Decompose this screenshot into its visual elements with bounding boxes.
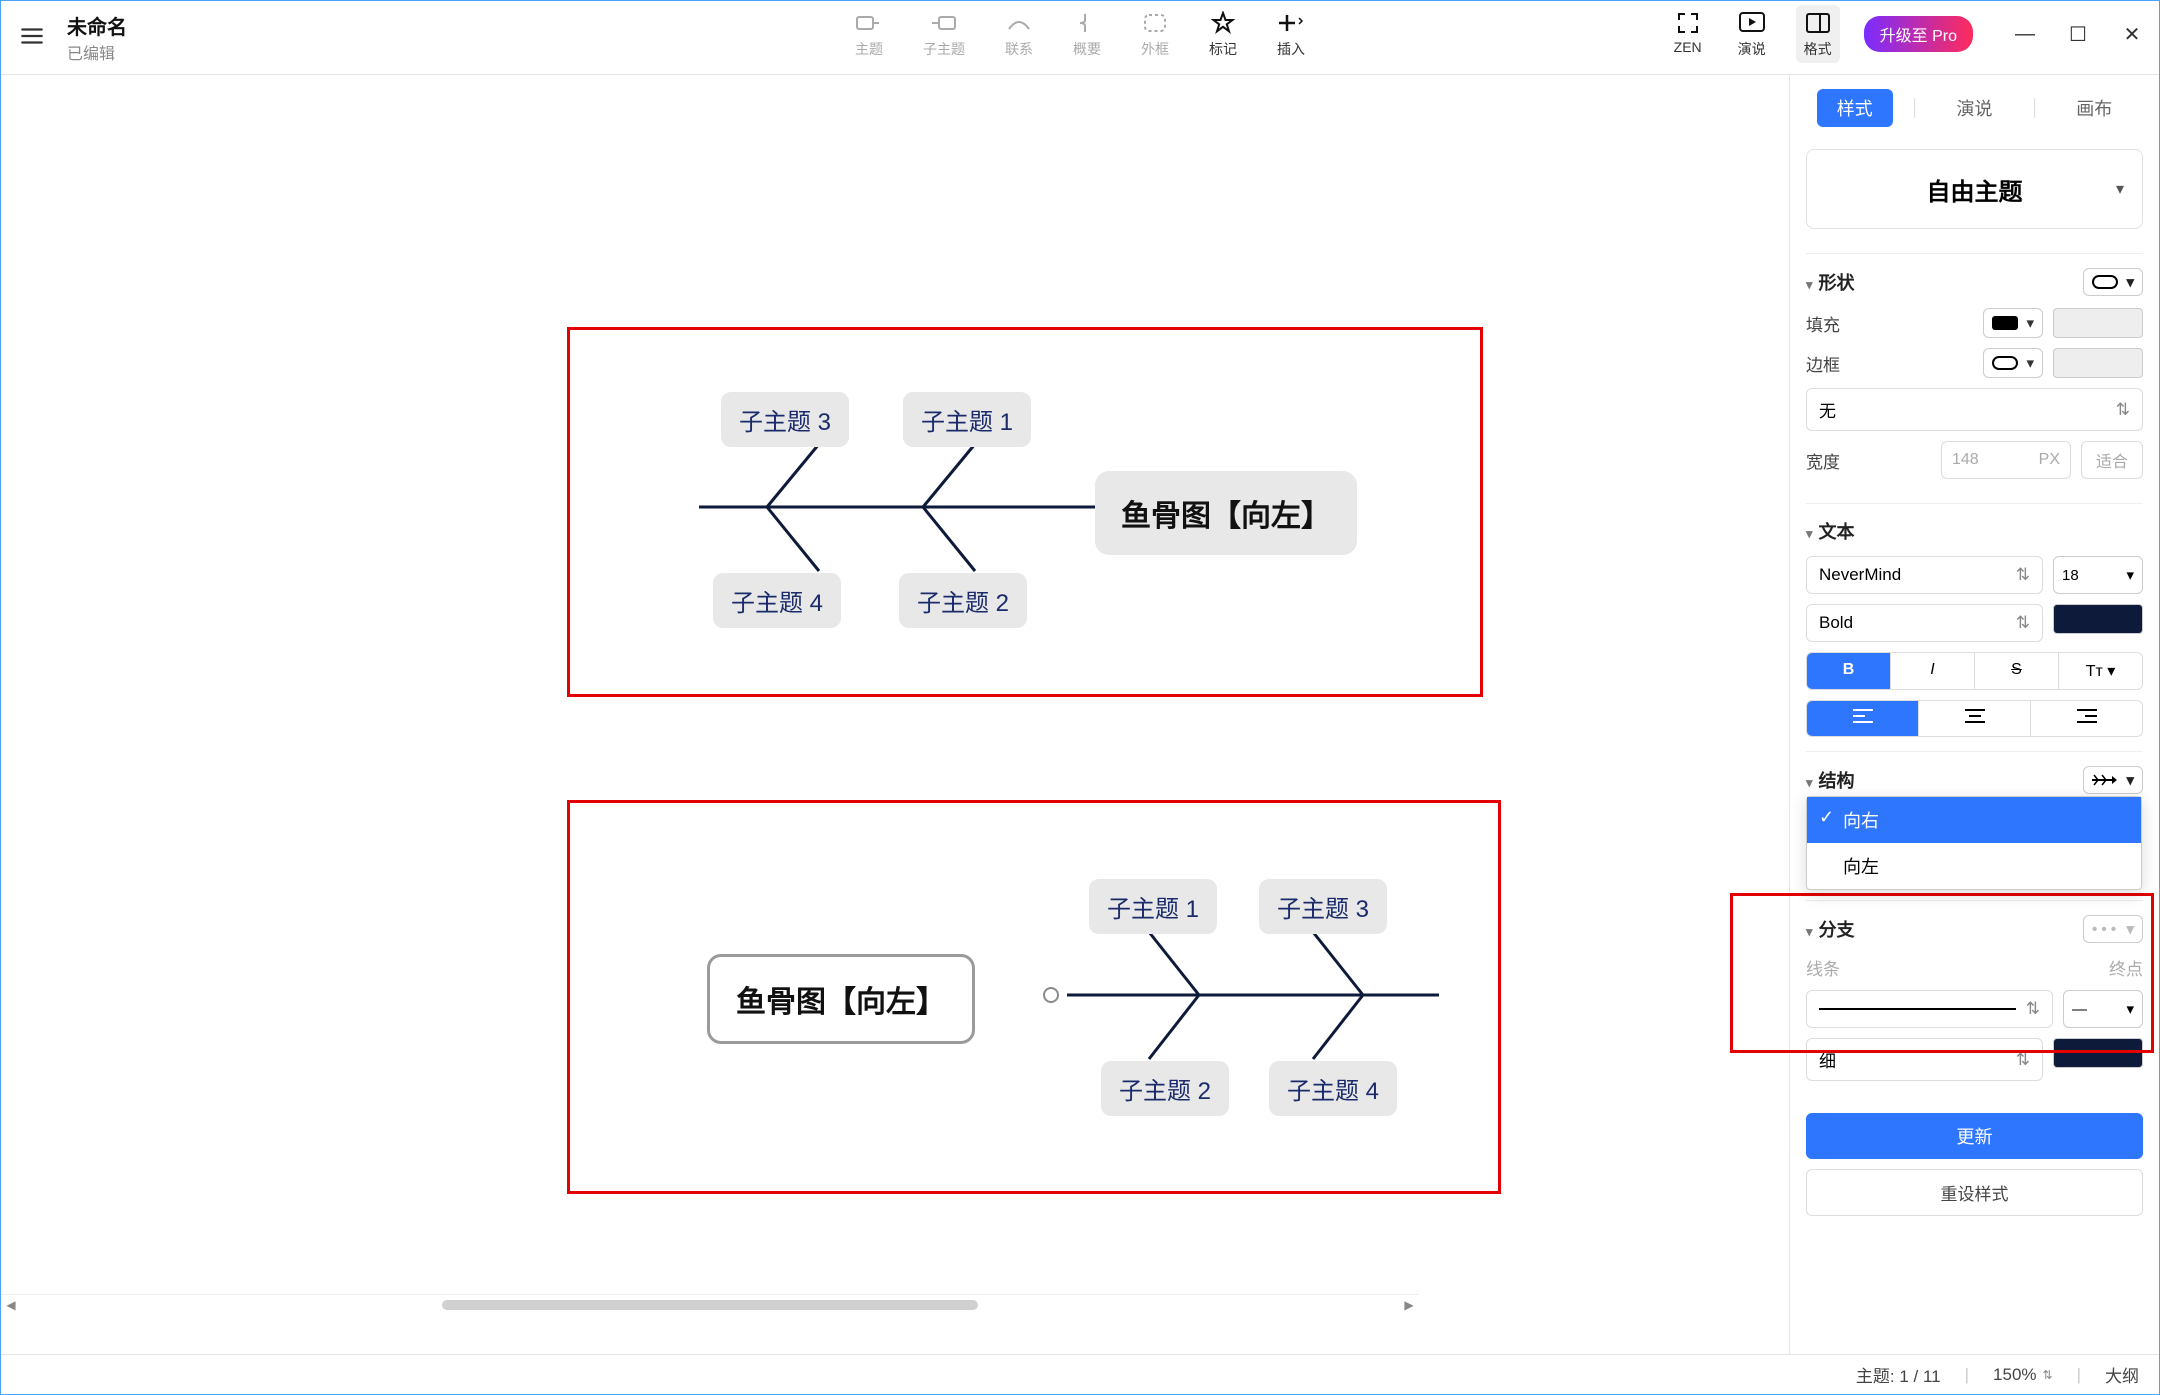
structure-direction-select[interactable]: ▾ (2083, 766, 2143, 794)
document-status: 已编辑 (67, 40, 127, 64)
canvas[interactable]: 子主题 3 子主题 1 子主题 4 子主题 2 鱼骨图【向左】 鱼骨图【向左】 … (1, 75, 1789, 1354)
scroll-left-arrow[interactable]: ◀ (1, 1298, 21, 1312)
section-text-title: 文本 (1819, 522, 1855, 542)
upgrade-button[interactable]: 升级至 Pro (1864, 16, 1973, 52)
strike-button[interactable]: S (1975, 653, 2059, 689)
plus-icon (1277, 9, 1305, 37)
toolbar-present[interactable]: 演说 (1732, 5, 1772, 63)
align-left-button[interactable] (1807, 701, 1919, 736)
theme-selector[interactable]: 自由主题 ▾ (1806, 149, 2143, 229)
rounded-rect-icon (2092, 275, 2118, 289)
node2-sub2[interactable]: 子主题 2 (1101, 1061, 1229, 1116)
border-color-swatch[interactable] (2053, 348, 2143, 378)
fishbone-head-2[interactable]: 鱼骨图【向左】 (707, 954, 975, 1044)
font-family-select[interactable]: NeverMind⇅ (1806, 556, 2043, 594)
update-button[interactable]: 更新 (1806, 1113, 2143, 1159)
subtopic-icon (930, 9, 958, 37)
align-center-icon (1965, 709, 1985, 723)
width-input[interactable]: 148PX (1941, 441, 2071, 479)
scroll-thumb[interactable] (442, 1300, 977, 1310)
hamburger-icon (19, 23, 45, 49)
shape-style-select[interactable]: ▾ (2083, 268, 2143, 296)
textcase-button[interactable]: Tᴛ ▾ (2059, 653, 2142, 689)
font-size-select[interactable]: 18▾ (2053, 556, 2143, 594)
boundary-icon (1141, 9, 1169, 37)
document-title: 未命名 (67, 11, 127, 40)
star-icon (1209, 9, 1237, 37)
fill-color-select[interactable]: ▾ (1983, 308, 2043, 338)
window-controls: — ☐ ✕ (2015, 22, 2141, 47)
tab-present[interactable]: 演说 (1936, 89, 2012, 127)
topic-count: 主题: 1 / 11 (1856, 1362, 1941, 1387)
toolbar-boundary[interactable]: 外框 (1135, 5, 1175, 63)
line-end-select[interactable]: —▾ (2063, 990, 2143, 1028)
toolbar-summary[interactable]: 概要 (1067, 5, 1107, 63)
topic-icon (855, 9, 883, 37)
close-button[interactable]: ✕ (2123, 22, 2141, 47)
node2-sub1[interactable]: 子主题 1 (1089, 879, 1217, 934)
menu-button[interactable] (9, 13, 55, 59)
play-icon (1738, 9, 1766, 37)
toolbar-subtopic[interactable]: 子主题 (917, 5, 971, 63)
format-icon (1804, 9, 1832, 37)
fill-color-swatch[interactable] (2053, 308, 2143, 338)
zoom-select[interactable]: 150%⇅ (1993, 1365, 2053, 1385)
titlebar: 未命名 已编辑 主题 子主题 联系 概要 外框 标记 插入 ZEN 演说 格式 … (1, 1, 2159, 75)
bold-button[interactable]: B (1807, 653, 1891, 689)
toolbar-marker[interactable]: 标记 (1203, 5, 1243, 63)
align-right-icon (2077, 709, 2097, 723)
toolbar-format[interactable]: 格式 (1796, 5, 1840, 63)
fishbone-icon (2092, 773, 2118, 787)
tab-style[interactable]: 样式 (1817, 89, 1893, 127)
relation-icon (1005, 9, 1033, 37)
align-center-button[interactable] (1919, 701, 2031, 736)
section-branch-title: 分支 (1819, 920, 1855, 940)
font-weight-select[interactable]: Bold⇅ (1806, 604, 2043, 642)
chevron-down-icon: ▾ (2116, 179, 2124, 199)
fishbone-svg-2 (1, 75, 1791, 1354)
reset-style-button[interactable]: 重设样式 (1806, 1169, 2143, 1216)
node2-sub3[interactable]: 子主题 3 (1259, 879, 1387, 934)
toolbar-main: 主题 子主题 联系 概要 外框 标记 插入 (849, 5, 1311, 63)
toolbar-relation[interactable]: 联系 (999, 5, 1039, 63)
border-pattern-select[interactable]: 无⇅ (1806, 388, 2143, 431)
line-color-swatch[interactable] (2053, 1038, 2143, 1068)
structure-dropdown: 向右 向左 (1806, 796, 2142, 890)
scroll-right-arrow[interactable]: ▶ (1399, 1298, 1419, 1312)
node2-sub4[interactable]: 子主题 4 (1269, 1061, 1397, 1116)
line-width-select[interactable]: 细⇅ (1806, 1038, 2043, 1081)
toolbar-insert[interactable]: 插入 (1271, 5, 1311, 63)
minimize-button[interactable]: — (2015, 23, 2033, 46)
italic-button[interactable]: I (1891, 653, 1975, 689)
format-panel: 样式 演说 画布 自由主题 ▾ ▾形状 ▾ 填充 ▾ 边框 (1789, 75, 2159, 1354)
section-shape-title: 形状 (1819, 273, 1855, 293)
zen-icon (1674, 9, 1702, 37)
fit-button[interactable]: 适合 (2081, 441, 2143, 479)
border-style-select[interactable]: ▾ (1983, 348, 2043, 378)
align-right-button[interactable] (2031, 701, 2142, 736)
statusbar: 主题: 1 / 11 | 150%⇅ | 大纲 (1, 1354, 2159, 1394)
structure-option-left[interactable]: 向左 (1807, 843, 2141, 889)
maximize-button[interactable]: ☐ (2069, 22, 2087, 47)
section-structure-title: 结构 (1819, 771, 1855, 791)
selection-handle[interactable] (1043, 987, 1059, 1003)
tab-canvas[interactable]: 画布 (2056, 89, 2132, 127)
text-color-swatch[interactable] (2053, 604, 2143, 634)
toolbar-zen[interactable]: ZEN (1668, 5, 1708, 63)
outline-toggle[interactable]: 大纲 (2105, 1362, 2139, 1387)
branch-style-select[interactable]: • • •▾ (2083, 915, 2143, 943)
line-style-select[interactable]: ⇅ (1806, 990, 2053, 1028)
summary-icon (1073, 9, 1101, 37)
align-left-icon (1853, 709, 1873, 723)
toolbar-topic[interactable]: 主题 (849, 5, 889, 63)
horizontal-scrollbar[interactable]: ◀ ▶ (1, 1294, 1419, 1314)
structure-option-right[interactable]: 向右 (1807, 797, 2141, 843)
